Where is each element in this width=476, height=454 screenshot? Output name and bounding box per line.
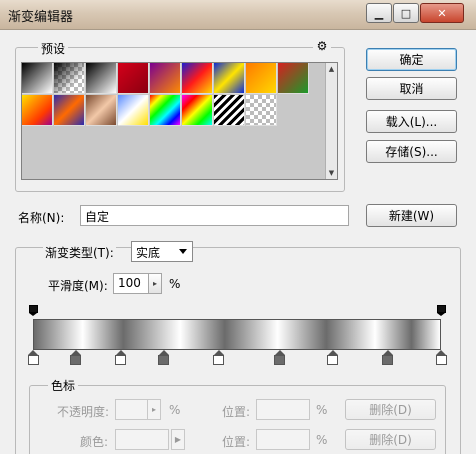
location-field[interactable]: [256, 399, 310, 420]
name-label: 名称(N):: [18, 211, 65, 225]
preset-swatch[interactable]: [182, 95, 213, 126]
opacity-unit: %: [169, 403, 181, 417]
preset-swatch[interactable]: [246, 95, 277, 126]
preset-swatch[interactable]: [54, 95, 85, 126]
opacity-stop[interactable]: [436, 305, 446, 316]
gradient-type-select[interactable]: 实底: [131, 241, 193, 262]
preset-swatch[interactable]: [86, 95, 117, 126]
window-title: 渐变编辑器: [8, 10, 74, 25]
preset-swatch[interactable]: [214, 95, 245, 126]
presets-scrollbar[interactable]: ▲ ▼: [325, 63, 337, 179]
color-stop[interactable]: [158, 350, 170, 366]
preset-swatch[interactable]: [118, 95, 149, 126]
preset-swatch[interactable]: [54, 63, 85, 94]
preset-swatch[interactable]: [22, 95, 53, 126]
name-field[interactable]: 自定: [80, 205, 349, 226]
save-button[interactable]: 存储(S)...: [366, 140, 457, 163]
color-stop[interactable]: [115, 350, 127, 366]
cancel-button[interactable]: 取消: [366, 77, 457, 100]
preset-swatch[interactable]: [86, 63, 117, 94]
gradient-bar[interactable]: [33, 319, 441, 350]
opacity-stop[interactable]: [28, 305, 38, 316]
new-button[interactable]: 新建(W): [366, 204, 457, 227]
gear-icon[interactable]: ⚙: [313, 39, 331, 53]
smoothness-unit: %: [169, 277, 181, 291]
color-stop[interactable]: [382, 350, 394, 366]
gradient-type-value: 实底: [136, 246, 161, 260]
preset-swatch[interactable]: [150, 95, 181, 126]
title-bar: 渐变编辑器 ▁ □ ✕: [0, 0, 476, 30]
color-stop[interactable]: [327, 350, 339, 366]
preset-swatch[interactable]: [278, 63, 309, 94]
close-button[interactable]: ✕: [420, 3, 464, 23]
color-stop[interactable]: [274, 350, 286, 366]
opacity-label: 不透明度:: [57, 405, 110, 419]
preset-swatch[interactable]: [214, 63, 245, 94]
opacity-arrow-icon[interactable]: ▸: [147, 399, 161, 420]
location-label: 位置:: [222, 405, 251, 419]
location2-label: 位置:: [222, 435, 251, 449]
scroll-down-icon[interactable]: ▼: [326, 167, 337, 179]
load-button[interactable]: 载入(L)...: [366, 110, 457, 133]
preset-swatch[interactable]: [150, 63, 181, 94]
color-swatch-field[interactable]: [115, 429, 169, 450]
location-unit: %: [316, 403, 328, 417]
smoothness-label: 平滑度(M):: [48, 279, 108, 293]
preset-swatch[interactable]: [246, 63, 277, 94]
smoothness-arrow-icon[interactable]: ▸: [148, 273, 162, 294]
color-stop[interactable]: [70, 350, 82, 366]
presets-label: 预设: [38, 40, 69, 57]
stops-label: 色标: [48, 377, 79, 394]
preset-swatch[interactable]: [182, 63, 213, 94]
maximize-button[interactable]: □: [393, 3, 419, 23]
color-stop[interactable]: [27, 350, 39, 366]
chevron-down-icon: [179, 249, 187, 254]
delete-color-stop-button[interactable]: 删除(D): [345, 429, 436, 450]
color-arrow-icon[interactable]: ▶: [171, 429, 185, 450]
preset-swatch[interactable]: [118, 63, 149, 94]
preset-swatch[interactable]: [22, 63, 53, 94]
delete-opacity-stop-button[interactable]: 删除(D): [345, 399, 436, 420]
color-stop[interactable]: [435, 350, 447, 366]
smoothness-field[interactable]: 100: [113, 273, 149, 294]
location2-unit: %: [316, 433, 328, 447]
color-stop[interactable]: [213, 350, 225, 366]
scroll-up-icon[interactable]: ▲: [326, 63, 337, 75]
color-label: 颜色:: [80, 435, 109, 449]
opacity-field[interactable]: [115, 399, 148, 420]
gradient-type-label: 渐变类型(T):: [43, 244, 116, 261]
ok-button[interactable]: 确定: [366, 48, 457, 71]
location2-field[interactable]: [256, 429, 310, 450]
presets-list[interactable]: ▲ ▼: [21, 62, 338, 180]
minimize-button[interactable]: ▁: [366, 3, 392, 23]
